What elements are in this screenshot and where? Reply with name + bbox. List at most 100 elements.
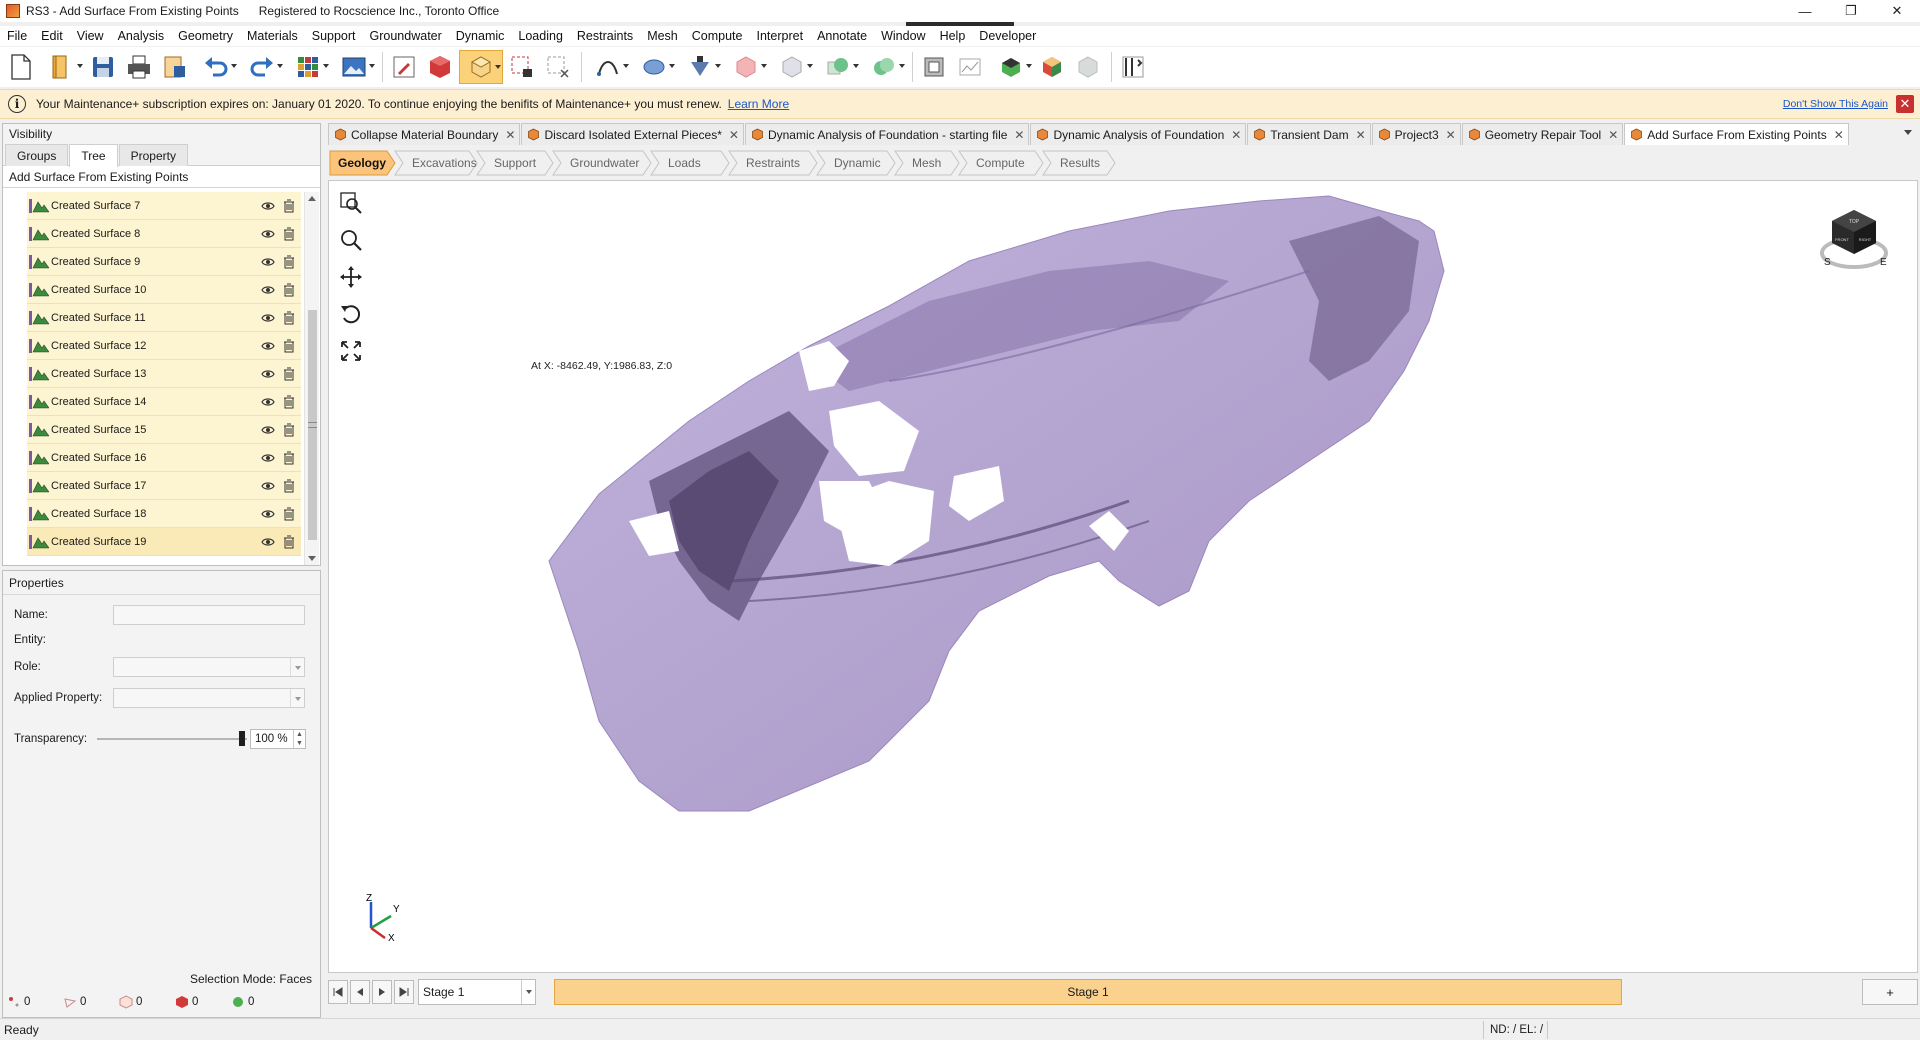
eye-icon[interactable] xyxy=(261,535,275,549)
eye-icon[interactable] xyxy=(261,311,275,325)
drop-tool-button[interactable] xyxy=(678,50,722,84)
grid-button[interactable] xyxy=(286,50,330,84)
trash-icon[interactable] xyxy=(283,479,295,493)
surface-mesh[interactable] xyxy=(329,181,1918,973)
menu-developer[interactable]: Developer xyxy=(972,29,1043,43)
menu-view[interactable]: View xyxy=(70,29,111,43)
tree-item[interactable]: Created Surface 16 xyxy=(27,444,301,472)
transparency-slider-track[interactable] xyxy=(97,738,247,740)
trash-icon[interactable] xyxy=(283,255,295,269)
eye-icon[interactable] xyxy=(261,479,275,493)
workflow-tab-compute[interactable]: Compute xyxy=(958,150,1044,176)
tabs-overflow-icon[interactable] xyxy=(1904,130,1912,135)
trash-icon[interactable] xyxy=(283,395,295,409)
edit-tool-button[interactable] xyxy=(387,50,421,84)
zoom-window-icon[interactable] xyxy=(337,189,365,217)
menu-analysis[interactable]: Analysis xyxy=(111,29,172,43)
eye-icon[interactable] xyxy=(261,283,275,297)
zoom-icon[interactable] xyxy=(337,226,365,254)
document-tab[interactable]: Geometry Repair Tool ✕ xyxy=(1461,123,1624,145)
menu-window[interactable]: Window xyxy=(874,29,932,43)
maximize-button[interactable]: ❐ xyxy=(1828,0,1874,22)
undo-button[interactable] xyxy=(194,50,238,84)
lock-selection-button[interactable] xyxy=(505,50,539,84)
menu-annotate[interactable]: Annotate xyxy=(810,29,874,43)
eye-icon[interactable] xyxy=(261,395,275,409)
document-tab[interactable]: Project3 ✕ xyxy=(1371,123,1461,145)
material-cube-button[interactable] xyxy=(1035,50,1069,84)
close-button[interactable]: ✕ xyxy=(1874,0,1920,22)
stage-select[interactable]: Stage 1 xyxy=(418,979,536,1005)
trash-icon[interactable] xyxy=(283,227,295,241)
shape-tool-button[interactable] xyxy=(632,50,676,84)
workflow-tab-dynamic[interactable]: Dynamic xyxy=(816,150,896,176)
tree-item[interactable]: Created Surface 10 xyxy=(27,276,301,304)
tree-item[interactable]: Created Surface 14 xyxy=(27,388,301,416)
eye-icon[interactable] xyxy=(261,227,275,241)
next-stage-button[interactable] xyxy=(372,980,392,1004)
faded-cube-button[interactable] xyxy=(1071,50,1105,84)
navigation-cube[interactable]: TOP FRONT RIGHT S E xyxy=(1816,207,1892,273)
menu-support[interactable]: Support xyxy=(305,29,363,43)
eye-icon[interactable] xyxy=(261,255,275,269)
menu-interpret[interactable]: Interpret xyxy=(750,29,811,43)
pipe-tool-button[interactable] xyxy=(1116,50,1150,84)
tree-item[interactable]: Created Surface 11 xyxy=(27,304,301,332)
trash-icon[interactable] xyxy=(283,199,295,213)
close-tab-icon[interactable]: ✕ xyxy=(1608,128,1618,142)
trash-icon[interactable] xyxy=(283,367,295,381)
prev-stage-button[interactable] xyxy=(350,980,370,1004)
tree-scrollbar[interactable] xyxy=(304,192,319,565)
last-stage-button[interactable] xyxy=(394,980,414,1004)
menu-groundwater[interactable]: Groundwater xyxy=(363,29,449,43)
document-tab[interactable]: Collapse Material Boundary ✕ xyxy=(328,123,521,145)
grey-cube-button[interactable] xyxy=(770,50,814,84)
curve-tool-button[interactable] xyxy=(586,50,630,84)
print-button[interactable] xyxy=(122,50,156,84)
image-button[interactable] xyxy=(332,50,376,84)
rotate-icon[interactable] xyxy=(337,300,365,328)
close-tab-icon[interactable]: ✕ xyxy=(1834,128,1844,142)
scroll-up-icon[interactable] xyxy=(308,196,316,201)
eye-icon[interactable] xyxy=(261,507,275,521)
redo-button[interactable] xyxy=(240,50,284,84)
red-box-button[interactable] xyxy=(423,50,457,84)
trash-icon[interactable] xyxy=(283,311,295,325)
trash-icon[interactable] xyxy=(283,339,295,353)
scroll-down-icon[interactable] xyxy=(308,556,316,561)
eye-icon[interactable] xyxy=(261,367,275,381)
tree-item[interactable]: Created Surface 8 xyxy=(27,220,301,248)
tab-tree[interactable]: Tree xyxy=(69,144,118,167)
close-tab-icon[interactable]: ✕ xyxy=(1231,128,1241,142)
view-toggle-button[interactable] xyxy=(989,50,1033,84)
trash-icon[interactable] xyxy=(283,283,295,297)
menu-materials[interactable]: Materials xyxy=(240,29,305,43)
menu-compute[interactable]: Compute xyxy=(685,29,750,43)
applied-property-select[interactable] xyxy=(113,688,305,708)
trash-icon[interactable] xyxy=(283,451,295,465)
menu-loading[interactable]: Loading xyxy=(511,29,570,43)
trash-icon[interactable] xyxy=(283,535,295,549)
minimize-button[interactable]: — xyxy=(1782,0,1828,22)
export-button[interactable] xyxy=(158,50,192,84)
tree-item[interactable]: Created Surface 7 xyxy=(27,192,301,220)
menu-mesh[interactable]: Mesh xyxy=(640,29,685,43)
pink-cube-button[interactable] xyxy=(724,50,768,84)
tree-item[interactable]: Created Surface 12 xyxy=(27,332,301,360)
workflow-tab-support[interactable]: Support xyxy=(476,150,554,176)
menu-dynamic[interactable]: Dynamic xyxy=(449,29,512,43)
box-select-button[interactable] xyxy=(459,50,503,84)
tab-groups[interactable]: Groups xyxy=(5,144,69,166)
document-tab[interactable]: Transient Dam ✕ xyxy=(1247,123,1371,145)
trash-icon[interactable] xyxy=(283,423,295,437)
workflow-tab-mesh[interactable]: Mesh xyxy=(894,150,960,176)
transparency-slider-thumb[interactable] xyxy=(239,731,245,746)
name-field[interactable] xyxy=(113,605,305,625)
menu-file[interactable]: File xyxy=(0,29,34,43)
close-tab-icon[interactable]: ✕ xyxy=(729,128,739,142)
menu-help[interactable]: Help xyxy=(933,29,973,43)
chart-tool-button[interactable] xyxy=(953,50,987,84)
learn-more-link[interactable]: Learn More xyxy=(728,97,789,111)
workflow-tab-groundwater[interactable]: Groundwater xyxy=(552,150,652,176)
trash-icon[interactable] xyxy=(283,507,295,521)
